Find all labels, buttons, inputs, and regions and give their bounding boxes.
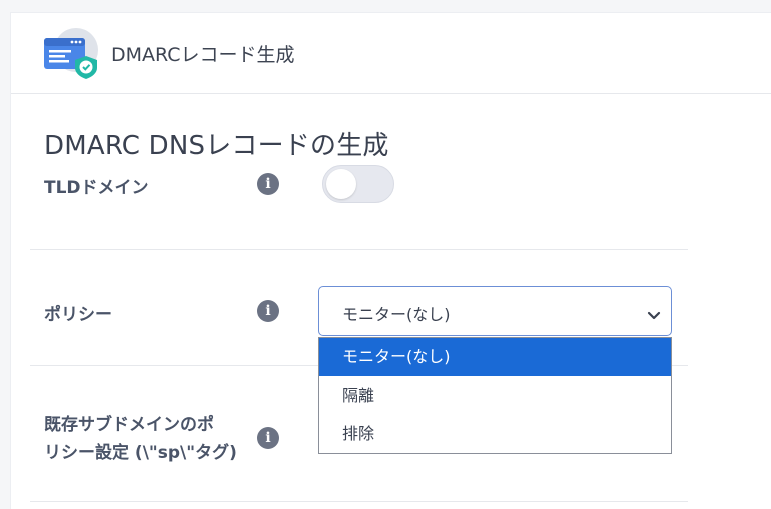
policy-select-value: モニター(なし) [342,305,451,324]
row-divider [30,501,688,502]
policy-option-reject[interactable]: 排除 [319,415,671,453]
subdomain-policy-label: 既存サブドメインのポ リシー設定 (\"sp\"タグ) [44,411,237,467]
header-title: DMARCレコード生成 [111,44,295,66]
info-icon[interactable]: i [257,173,279,195]
info-icon[interactable]: i [257,300,279,322]
card-header: DMARCレコード生成 [11,13,771,94]
chevron-down-icon [647,306,661,320]
dmarc-record-icon [43,27,99,79]
toggle-knob [326,169,356,199]
row-divider [30,249,688,250]
tld-domain-label: TLDドメイン [44,178,149,198]
policy-dropdown-list: モニター(なし) 隔離 排除 [318,337,672,454]
policy-label: ポリシー [44,305,112,325]
info-icon[interactable]: i [257,427,279,449]
policy-option-monitor[interactable]: モニター(なし) [319,338,671,376]
tld-domain-toggle[interactable] [322,165,394,203]
dmarc-card: DMARCレコード生成 DMARC DNSレコードの生成 TLDドメイン i ポ… [10,12,771,509]
policy-option-quarantine[interactable]: 隔離 [319,377,671,415]
section-title: DMARC DNSレコードの生成 [44,131,389,161]
subdomain-policy-label-line2: リシー設定 (\"sp\"タグ) [44,443,237,463]
subdomain-policy-label-line1: 既存サブドメインのポ [44,415,214,435]
policy-select[interactable]: モニター(なし) [318,286,672,336]
